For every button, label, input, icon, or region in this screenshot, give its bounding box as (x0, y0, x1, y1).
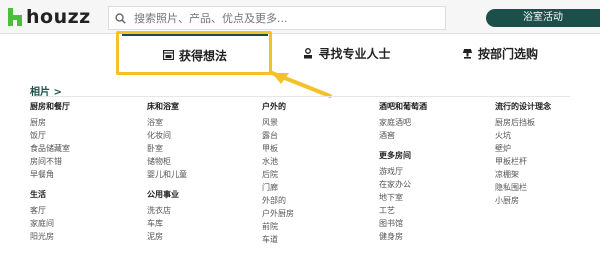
room-link[interactable]: 甲板 (262, 142, 294, 155)
room-link[interactable]: 阳光房 (30, 230, 70, 243)
room-link[interactable]: 家庭间 (30, 217, 70, 230)
room-link[interactable]: 工艺 (379, 204, 427, 217)
room-link[interactable]: 储物柜 (147, 155, 187, 168)
room-link[interactable]: 后院 (262, 168, 294, 181)
room-link[interactable]: 户外厨房 (262, 207, 294, 220)
idea-link[interactable]: 甲板栏杆 (495, 155, 551, 168)
idea-link[interactable]: 凉棚架 (495, 168, 551, 181)
group-heading: 户外的 (262, 102, 286, 111)
room-link[interactable]: 洗衣店 (147, 204, 187, 217)
room-link[interactable]: 水池 (262, 155, 294, 168)
search-icon (115, 12, 126, 24)
room-link[interactable]: 泥房 (147, 230, 187, 243)
idea-link[interactable]: 厨房后挡板 (495, 116, 551, 129)
room-link[interactable]: 露台 (262, 129, 294, 142)
room-link[interactable]: 婴儿和儿童 (147, 168, 187, 181)
tab-shop-by-department[interactable]: 按部门选购 (440, 34, 560, 72)
tab-bar: 获得想法 寻找专业人士 按部门选购 (0, 34, 600, 76)
room-link[interactable]: 浴室 (147, 116, 187, 129)
room-link[interactable]: 车道 (262, 233, 294, 246)
group-heading: 生活 (30, 190, 46, 199)
room-link[interactable]: 外部的 (262, 194, 294, 207)
room-link[interactable]: 客厅 (30, 204, 70, 217)
room-link[interactable]: 饭厅 (30, 129, 70, 142)
room-link[interactable]: 门廊 (262, 181, 294, 194)
bathroom-event-button[interactable]: 浴室活动 (486, 9, 600, 27)
tab-label: 寻找专业人士 (318, 46, 391, 61)
column-outdoor: 户外的 风景 露台 甲板 水池 后院 门廊 外部的 户外厨房 前院 车道 (262, 100, 294, 246)
houzz-logo[interactable]: houzz (8, 6, 91, 28)
group-heading: 公用事业 (147, 190, 179, 199)
group-heading: 酒吧和葡萄酒 (379, 102, 427, 111)
room-link[interactable]: 家庭酒吧 (379, 116, 427, 129)
column-bar-more: 酒吧和葡萄酒 家庭酒吧 酒窖 更多房间 游戏厅 在家办公 地下室 工艺 图书馆 … (379, 100, 427, 243)
idea-link[interactable]: 小厨房 (495, 194, 551, 207)
divider (30, 96, 570, 97)
idea-link[interactable]: 壁炉 (495, 142, 551, 155)
tab-find-pros[interactable]: 寻找专业人士 (282, 34, 412, 72)
person-icon (304, 47, 313, 58)
lamp-icon (462, 48, 472, 59)
room-link[interactable]: 风景 (262, 116, 294, 129)
room-link[interactable]: 酒窖 (379, 129, 427, 142)
houzz-logo-icon (8, 8, 22, 26)
room-link[interactable]: 房间不错 (30, 155, 70, 168)
idea-link[interactable]: 隐私围栏 (495, 181, 551, 194)
group-heading: 流行的设计理念 (495, 102, 551, 111)
column-popular-ideas: 流行的设计理念 厨房后挡板 火坑 壁炉 甲板栏杆 凉棚架 隐私围栏 小厨房 (495, 100, 551, 207)
top-bar: houzz 浴室活动 (0, 0, 600, 34)
group-heading: 更多房间 (379, 151, 411, 160)
highlight-box (116, 31, 272, 75)
room-link[interactable]: 健身房 (379, 230, 427, 243)
room-link[interactable]: 游戏厅 (379, 165, 427, 178)
room-link[interactable]: 早餐角 (30, 168, 70, 181)
room-link[interactable]: 厨房 (30, 116, 70, 129)
room-link[interactable]: 车库 (147, 217, 187, 230)
column-bed-bath: 床和浴室 浴室 化妆间 卧室 储物柜 婴儿和儿童 公用事业 洗衣店 车库 泥房 (147, 100, 187, 243)
idea-link[interactable]: 火坑 (495, 129, 551, 142)
group-heading: 厨房和餐厅 (30, 102, 70, 111)
room-link[interactable]: 食品储藏室 (30, 142, 70, 155)
room-link[interactable]: 前院 (262, 220, 294, 233)
room-link[interactable]: 图书馆 (379, 217, 427, 230)
group-heading: 床和浴室 (147, 102, 179, 111)
search-input[interactable] (132, 10, 426, 26)
room-link[interactable]: 卧室 (147, 142, 187, 155)
cta-label: 浴室活动 (523, 12, 563, 23)
column-kitchen-living: 厨房和餐厅 厨房 饭厅 食品储藏室 房间不错 早餐角 生活 客厅 家庭间 阳光房 (30, 100, 70, 243)
room-link[interactable]: 化妆间 (147, 129, 187, 142)
tab-label: 按部门选购 (477, 46, 538, 61)
search-box[interactable] (108, 6, 446, 30)
room-link[interactable]: 在家办公 (379, 178, 427, 191)
logo-text: houzz (26, 6, 91, 28)
room-link[interactable]: 地下室 (379, 191, 427, 204)
